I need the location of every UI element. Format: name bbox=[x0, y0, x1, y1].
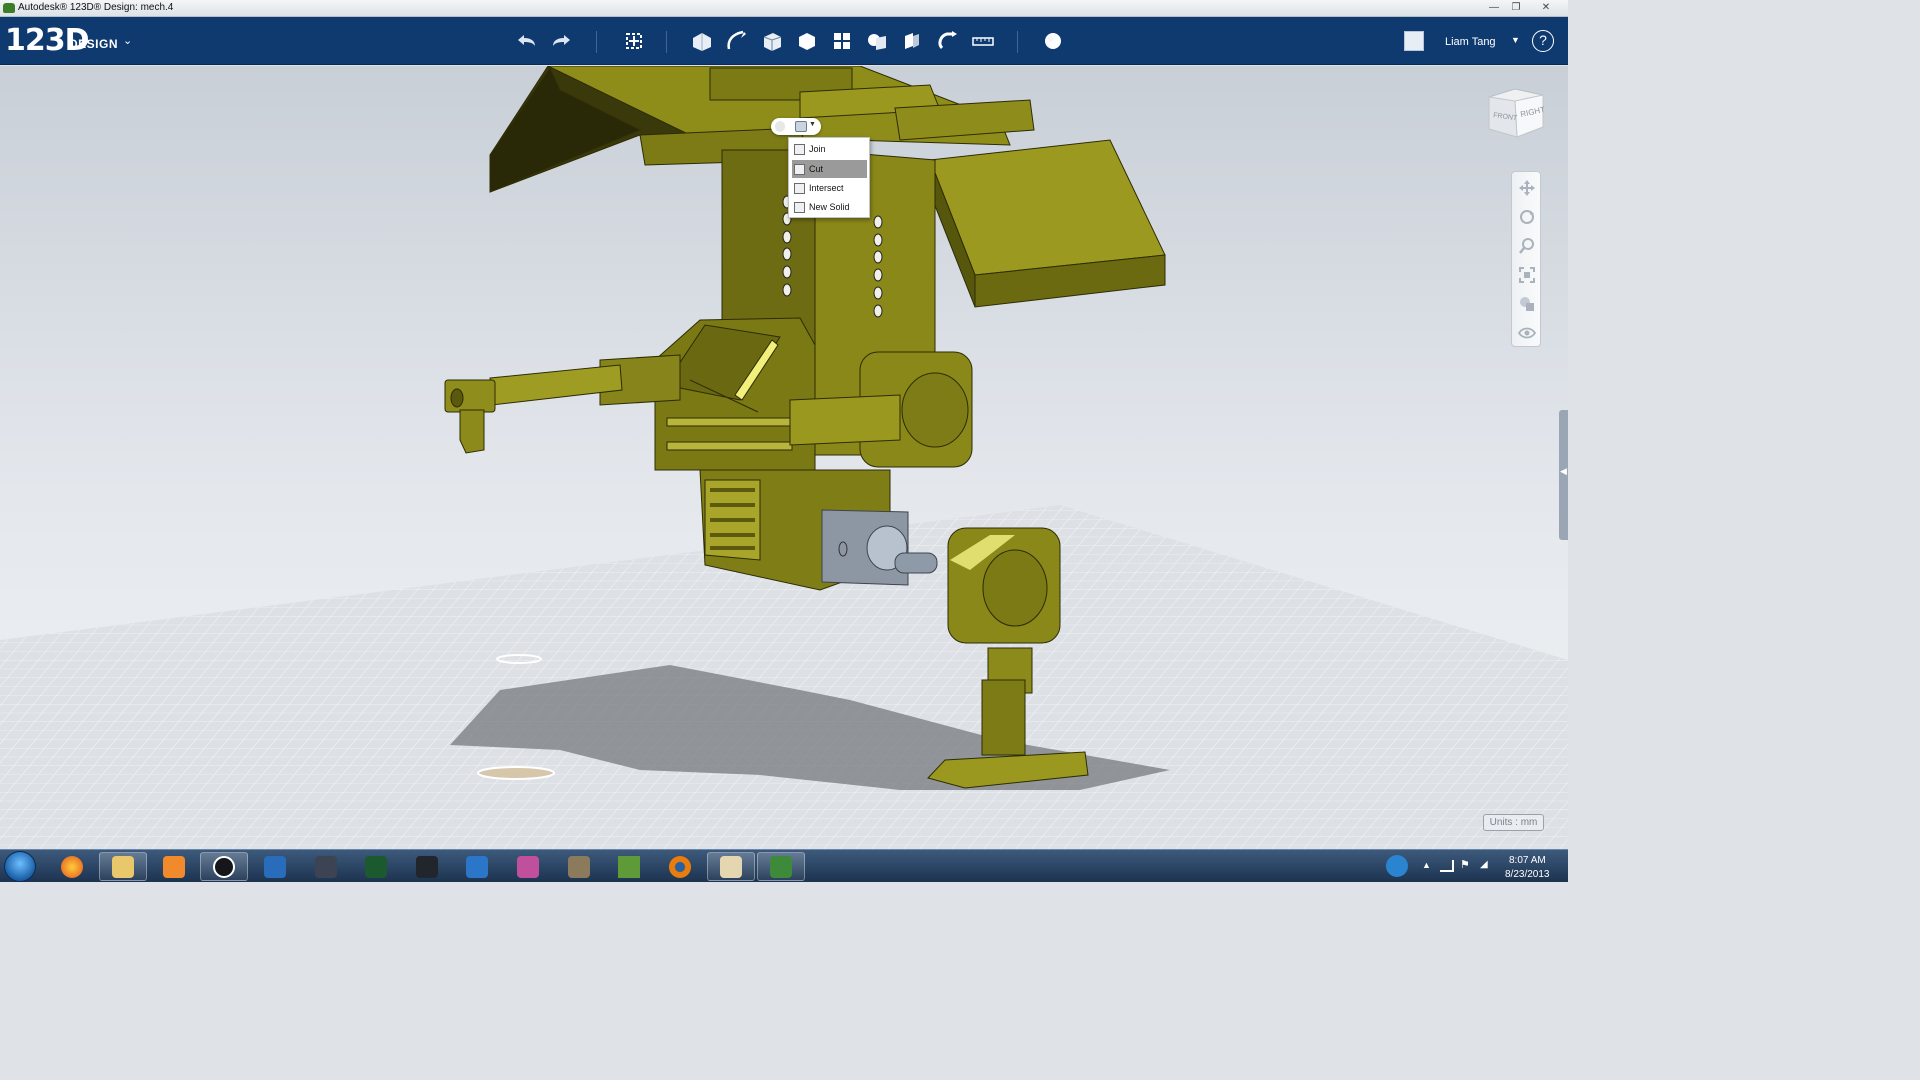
intersect-icon bbox=[794, 182, 805, 194]
pan-icon[interactable] bbox=[1517, 178, 1537, 198]
help-button[interactable]: ? bbox=[1532, 30, 1554, 52]
modify-icon[interactable] bbox=[793, 27, 821, 55]
chevron-down-icon[interactable]: ▼ bbox=[1511, 35, 1520, 45]
notification-app-icon[interactable] bbox=[1386, 855, 1408, 877]
primitives-icon[interactable] bbox=[688, 27, 716, 55]
clock-date[interactable]: 8/23/2013 bbox=[1505, 869, 1550, 880]
autodesk-123d-icon bbox=[3, 3, 15, 13]
side-panel-tab[interactable]: ◀ bbox=[1559, 410, 1568, 540]
3d-viewport[interactable]: ▼ Join Cut Intersect New Solid FRONT RIG… bbox=[0, 66, 1568, 849]
menu-item-label: Intersect bbox=[809, 183, 844, 193]
hp-icon[interactable] bbox=[200, 852, 248, 881]
chevron-left-icon: ◀ bbox=[1560, 466, 1567, 476]
start-button[interactable] bbox=[4, 851, 36, 882]
undo-icon[interactable] bbox=[512, 27, 540, 55]
minecraft-icon[interactable] bbox=[605, 852, 653, 881]
volume-icon[interactable]: ◢ bbox=[1480, 859, 1488, 870]
chevron-down-icon[interactable]: ▼ bbox=[809, 121, 816, 128]
taskbar: ▲ ⚑ ◢ bbox=[0, 849, 1568, 882]
visibility-icon[interactable] bbox=[1517, 323, 1537, 343]
pattern-icon[interactable] bbox=[828, 27, 856, 55]
snap-icon[interactable] bbox=[933, 27, 961, 55]
measure-icon[interactable] bbox=[969, 27, 997, 55]
media-player-icon[interactable] bbox=[150, 852, 198, 881]
orbit-icon[interactable] bbox=[1517, 207, 1537, 227]
close-icon[interactable]: ✕ bbox=[1536, 1, 1556, 14]
chevron-up-icon[interactable]: ▲ bbox=[1422, 860, 1431, 870]
butterfly-app-icon[interactable] bbox=[453, 852, 501, 881]
autodesk-123d-icon[interactable] bbox=[757, 852, 805, 881]
view-cube[interactable]: FRONT RIGHT bbox=[1485, 87, 1547, 141]
material-icon[interactable] bbox=[1039, 27, 1067, 55]
scene-canvas[interactable] bbox=[0, 66, 1568, 849]
cut-icon bbox=[794, 163, 805, 175]
units-indicator[interactable]: Units : mm bbox=[1483, 814, 1544, 831]
paint-app-icon[interactable] bbox=[504, 852, 552, 881]
app-toolbar: 123D DESIGN ⌄ Liam Tang ▼ ? bbox=[0, 17, 1568, 65]
menu-item-label: Cut bbox=[809, 164, 824, 174]
user-name[interactable]: Liam Tang bbox=[1445, 36, 1496, 48]
sketch-icon[interactable] bbox=[722, 27, 750, 55]
menu-item-new-solid[interactable]: New Solid bbox=[792, 198, 867, 216]
combine-icon[interactable] bbox=[898, 27, 926, 55]
window-title: Autodesk® 123D® Design: mech.4 bbox=[18, 2, 174, 13]
menu-item-label: Join bbox=[809, 144, 826, 154]
menu-item-join[interactable]: Join bbox=[792, 140, 867, 158]
clock-time[interactable]: 8:07 AM bbox=[1509, 855, 1546, 866]
network-icon[interactable] bbox=[1440, 860, 1454, 872]
zoom-icon[interactable] bbox=[1517, 236, 1537, 256]
file-explorer-icon[interactable] bbox=[99, 852, 147, 881]
toggle-dot[interactable] bbox=[775, 121, 785, 132]
new-solid-icon bbox=[794, 201, 805, 213]
fit-icon[interactable] bbox=[1517, 265, 1537, 285]
blender-icon[interactable] bbox=[656, 852, 704, 881]
ground-marker bbox=[477, 766, 555, 780]
redo-icon[interactable] bbox=[548, 27, 576, 55]
pen-tool-icon[interactable] bbox=[352, 852, 400, 881]
combine-menu-trigger[interactable]: ▼ bbox=[771, 118, 821, 135]
menu-item-cut[interactable]: Cut bbox=[792, 160, 867, 178]
combine-menu: Join Cut Intersect New Solid bbox=[788, 137, 870, 218]
inkscape-icon[interactable] bbox=[302, 852, 350, 881]
tasks-icon[interactable] bbox=[251, 852, 299, 881]
paint-icon[interactable] bbox=[707, 852, 755, 881]
gimp-icon[interactable] bbox=[555, 852, 603, 881]
minimize-icon[interactable]: — bbox=[1484, 1, 1504, 14]
avatar[interactable] bbox=[1404, 31, 1424, 51]
combine-icon[interactable] bbox=[795, 121, 807, 132]
logo-subtext: DESIGN bbox=[69, 37, 119, 51]
app-menu-button[interactable]: 123D DESIGN ⌄ bbox=[5, 23, 132, 58]
view-mode-icon[interactable] bbox=[1517, 294, 1537, 314]
transform-icon[interactable] bbox=[620, 27, 648, 55]
menu-item-intersect[interactable]: Intersect bbox=[792, 179, 867, 197]
navigation-bar bbox=[1511, 171, 1541, 347]
menu-item-label: New Solid bbox=[809, 202, 850, 212]
chevron-down-icon: ⌄ bbox=[123, 35, 133, 47]
join-icon bbox=[794, 143, 805, 155]
construct-icon[interactable] bbox=[758, 27, 786, 55]
flag-icon[interactable]: ⚑ bbox=[1460, 858, 1470, 871]
restore-icon[interactable]: ❐ bbox=[1506, 1, 1526, 14]
notepad-icon[interactable] bbox=[403, 852, 451, 881]
window-titlebar: Autodesk® 123D® Design: mech.4 — ❐ ✕ bbox=[0, 0, 1568, 17]
grouping-icon[interactable] bbox=[863, 27, 891, 55]
firefox-icon[interactable] bbox=[48, 852, 96, 881]
